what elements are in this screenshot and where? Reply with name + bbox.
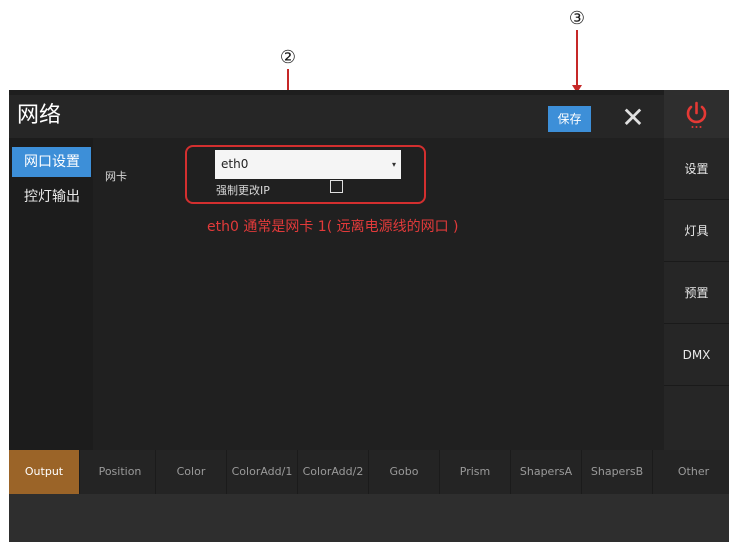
annotation-marker-2: ② (279, 47, 297, 68)
annotation-note: eth0 通常是网卡 1( 远离电源线的网口 ) (207, 219, 459, 235)
right-menu-item-fixtures[interactable]: 灯具 (664, 200, 729, 262)
tab-output[interactable]: Output (9, 450, 80, 494)
title-bar: 网络 保存 ✕ (9, 95, 729, 138)
save-button[interactable]: 保存 (548, 106, 591, 132)
nic-label: 网卡 (105, 170, 127, 183)
tab-other[interactable]: Other (658, 450, 729, 494)
annotation-arrow-3 (576, 30, 578, 85)
left-menu: 网口设置 控灯输出 (9, 138, 93, 450)
attribute-tab-bar: Output Position Color ColorAdd/1 ColorAd… (9, 450, 729, 494)
right-menu: 设置 灯具 预置 DMX (664, 138, 729, 450)
tab-gobo[interactable]: Gobo (369, 450, 440, 494)
right-menu-empty-slot (664, 386, 729, 448)
tab-shapers-b[interactable]: ShapersB (582, 450, 653, 494)
power-button[interactable] (664, 90, 729, 138)
tab-position[interactable]: Position (85, 450, 156, 494)
network-settings-window: 网络 保存 ✕ 网口设置 控灯输出 网卡 eth0 ▾ 强制更改IP eth0 … (9, 90, 729, 542)
right-menu-item-dmx[interactable]: DMX (664, 324, 729, 386)
power-icon (686, 101, 707, 128)
annotation-highlight-box (185, 145, 426, 204)
window-title: 网络 (17, 103, 62, 128)
tab-coloradd-1[interactable]: ColorAdd/1 (227, 450, 298, 494)
tab-color[interactable]: Color (156, 450, 227, 494)
bottom-panel (9, 494, 729, 542)
annotation-marker-3: ③ (568, 8, 586, 29)
close-icon[interactable]: ✕ (621, 103, 645, 133)
left-menu-item-light-output[interactable]: 控灯输出 (12, 182, 91, 212)
tab-shapers-a[interactable]: ShapersA (511, 450, 582, 494)
network-form-panel: 网卡 eth0 ▾ 强制更改IP eth0 通常是网卡 1( 远离电源线的网口 … (93, 138, 664, 450)
right-menu-item-presets[interactable]: 预置 (664, 262, 729, 324)
left-menu-item-network-port[interactable]: 网口设置 (12, 147, 91, 177)
right-menu-item-settings[interactable]: 设置 (664, 138, 729, 200)
tab-coloradd-2[interactable]: ColorAdd/2 (298, 450, 369, 494)
tab-prism[interactable]: Prism (440, 450, 511, 494)
